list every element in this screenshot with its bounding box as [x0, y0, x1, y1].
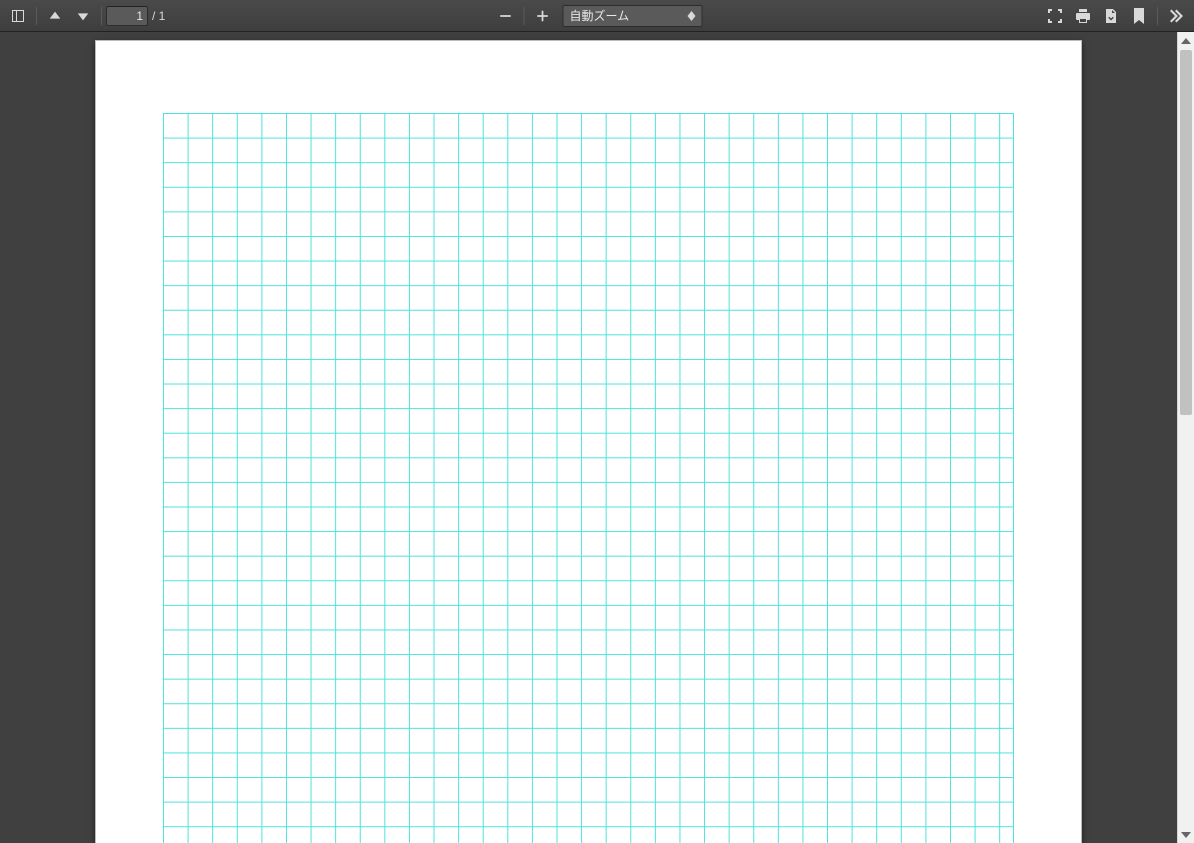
presentation-mode-button[interactable] [1041, 2, 1069, 30]
pdf-toolbar: / 1 自動ズーム [0, 0, 1194, 32]
page-total-label: / 1 [152, 9, 165, 23]
page-number-input[interactable] [106, 6, 148, 26]
graph-paper-grid [163, 113, 1014, 843]
scroll-up-button[interactable] [1178, 32, 1194, 49]
tools-menu-button[interactable] [1162, 2, 1190, 30]
download-button[interactable] [1097, 2, 1125, 30]
bookmark-button[interactable] [1125, 2, 1153, 30]
pdf-page [95, 40, 1082, 843]
separator [1157, 7, 1158, 25]
zoom-in-button[interactable] [529, 2, 557, 30]
next-page-button[interactable] [69, 2, 97, 30]
previous-page-button[interactable] [41, 2, 69, 30]
scroll-down-button[interactable] [1178, 826, 1194, 843]
pdf-viewer[interactable] [0, 32, 1177, 843]
zoom-select-label: 自動ズーム [570, 7, 630, 24]
select-chevrons-icon [688, 11, 696, 21]
vertical-scrollbar[interactable] [1177, 32, 1194, 843]
zoom-select[interactable]: 自動ズーム [563, 5, 703, 27]
sidebar-toggle-button[interactable] [4, 2, 32, 30]
separator [36, 7, 37, 25]
separator [524, 7, 525, 25]
separator [101, 7, 102, 25]
print-button[interactable] [1069, 2, 1097, 30]
zoom-out-button[interactable] [492, 2, 520, 30]
scrollbar-thumb[interactable] [1180, 50, 1192, 415]
